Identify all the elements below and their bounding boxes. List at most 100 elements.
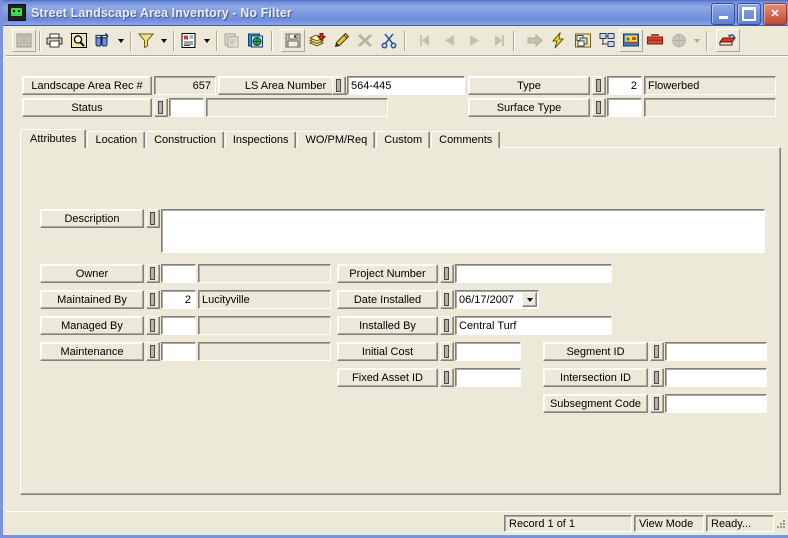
minimize-button[interactable] bbox=[711, 3, 735, 25]
description-input[interactable] bbox=[161, 209, 765, 253]
description-label[interactable]: Description bbox=[40, 209, 144, 228]
new-record-icon[interactable] bbox=[12, 29, 36, 52]
managed-by-label[interactable]: Managed By bbox=[40, 316, 144, 335]
type-picker[interactable] bbox=[592, 76, 606, 95]
status-picker[interactable] bbox=[154, 98, 168, 117]
subsegment-code-label[interactable]: Subsegment Code bbox=[543, 394, 648, 413]
toolbox-icon[interactable] bbox=[643, 29, 667, 52]
intersection-id-picker[interactable] bbox=[650, 368, 664, 387]
tab-wo-pm-req[interactable]: WO/PM/Req bbox=[297, 131, 376, 148]
status-label[interactable]: Status bbox=[22, 98, 152, 117]
date-installed-label[interactable]: Date Installed bbox=[337, 290, 438, 309]
owner-picker[interactable] bbox=[146, 264, 160, 283]
project-number-picker[interactable] bbox=[440, 264, 454, 283]
exit-door-icon[interactable] bbox=[716, 29, 740, 52]
last-record-icon[interactable] bbox=[486, 29, 510, 52]
maintenance-label[interactable]: Maintenance bbox=[40, 342, 144, 361]
ls-area-number-input[interactable]: 564-445 bbox=[347, 76, 465, 95]
status-code-input[interactable] bbox=[169, 98, 204, 117]
tab-bar: Attributes Location Construction Inspect… bbox=[20, 129, 501, 148]
lightning-action-icon[interactable] bbox=[547, 29, 571, 52]
surface-type-picker[interactable] bbox=[592, 98, 606, 117]
map-view-icon[interactable] bbox=[619, 29, 643, 52]
initial-cost-picker[interactable] bbox=[440, 342, 454, 361]
intersection-id-input[interactable] bbox=[665, 368, 767, 387]
tab-custom[interactable]: Custom bbox=[376, 131, 431, 148]
first-record-icon[interactable] bbox=[414, 29, 438, 52]
owner-label[interactable]: Owner bbox=[40, 264, 144, 283]
surface-type-code-input[interactable] bbox=[607, 98, 642, 117]
globe-documents-icon[interactable] bbox=[244, 29, 268, 52]
resize-grip[interactable] bbox=[773, 518, 786, 531]
date-installed-input[interactable]: 06/17/2007 bbox=[455, 290, 539, 309]
type-description: Flowerbed bbox=[644, 76, 776, 95]
segment-id-picker[interactable] bbox=[650, 342, 664, 361]
maintained-by-picker[interactable] bbox=[146, 290, 160, 309]
maintenance-code-input[interactable] bbox=[161, 342, 196, 361]
find-binoculars-icon[interactable] bbox=[91, 29, 115, 52]
intersection-id-label[interactable]: Intersection ID bbox=[543, 368, 648, 387]
project-number-input[interactable] bbox=[455, 264, 612, 283]
report-icon[interactable] bbox=[177, 29, 201, 52]
subsegment-code-picker[interactable] bbox=[650, 394, 664, 413]
tree-view-icon[interactable] bbox=[595, 29, 619, 52]
find-dropdown-arrow[interactable] bbox=[115, 29, 127, 52]
edit-pencil-icon[interactable] bbox=[329, 29, 353, 52]
type-code-input[interactable]: 2 bbox=[607, 76, 642, 95]
tab-comments[interactable]: Comments bbox=[431, 131, 501, 148]
maximize-button[interactable] bbox=[737, 3, 761, 25]
ls-area-number-picker[interactable] bbox=[332, 76, 346, 95]
filter-funnel-icon[interactable] bbox=[134, 29, 158, 52]
status-bar: Record 1 of 1 View Mode Ready... bbox=[6, 511, 788, 535]
tab-attributes[interactable]: Attributes bbox=[20, 129, 87, 148]
initial-cost-label[interactable]: Initial Cost bbox=[337, 342, 438, 361]
close-button[interactable]: ✕ bbox=[763, 3, 787, 25]
description-picker[interactable] bbox=[146, 209, 160, 228]
maintained-by-label[interactable]: Maintained By bbox=[40, 290, 144, 309]
delete-x-icon[interactable] bbox=[353, 29, 377, 52]
fixed-asset-id-picker[interactable] bbox=[440, 368, 454, 387]
fixed-asset-id-input[interactable] bbox=[455, 368, 521, 387]
subsegment-code-input[interactable] bbox=[665, 394, 767, 413]
application-window: Street Landscape Area Inventory - No Fil… bbox=[0, 0, 788, 538]
segment-id-label[interactable]: Segment ID bbox=[543, 342, 648, 361]
installed-by-picker[interactable] bbox=[440, 316, 454, 335]
date-installed-picker[interactable] bbox=[440, 290, 454, 309]
date-installed-value: 06/17/2007 bbox=[459, 293, 515, 306]
status-state: Ready... bbox=[706, 515, 774, 532]
globe-dropdown-arrow[interactable] bbox=[691, 29, 703, 52]
managed-by-code-input[interactable] bbox=[161, 316, 196, 335]
type-label[interactable]: Type bbox=[468, 76, 590, 95]
attributes-tab-panel: Description Owner Maintained By 2 Lucity… bbox=[20, 147, 781, 495]
copy-record-icon[interactable] bbox=[220, 29, 244, 52]
goto-record-icon[interactable] bbox=[523, 29, 547, 52]
next-record-icon[interactable] bbox=[462, 29, 486, 52]
tab-inspections[interactable]: Inspections bbox=[224, 131, 297, 148]
segment-id-input[interactable] bbox=[665, 342, 767, 361]
installed-by-input[interactable]: Central Turf bbox=[455, 316, 612, 335]
print-icon[interactable] bbox=[43, 29, 67, 52]
installed-by-label[interactable]: Installed By bbox=[337, 316, 438, 335]
tab-construction[interactable]: Construction bbox=[146, 131, 224, 148]
project-number-label[interactable]: Project Number bbox=[337, 264, 438, 283]
save-disk-icon[interactable] bbox=[281, 29, 305, 52]
fixed-asset-id-label[interactable]: Fixed Asset ID bbox=[337, 368, 438, 387]
window-tile-icon[interactable] bbox=[571, 29, 595, 52]
filter-dropdown-arrow[interactable] bbox=[158, 29, 170, 52]
maintenance-picker[interactable] bbox=[146, 342, 160, 361]
title-bar[interactable]: Street Landscape Area Inventory - No Fil… bbox=[3, 0, 788, 26]
print-preview-icon[interactable] bbox=[67, 29, 91, 52]
owner-code-input[interactable] bbox=[161, 264, 196, 283]
globe-disabled-icon[interactable] bbox=[667, 29, 691, 52]
cut-scissors-icon[interactable] bbox=[377, 29, 401, 52]
add-layers-icon[interactable] bbox=[305, 29, 329, 52]
maintained-by-code-input[interactable]: 2 bbox=[161, 290, 196, 309]
surface-type-label[interactable]: Surface Type bbox=[468, 98, 590, 117]
managed-by-picker[interactable] bbox=[146, 316, 160, 335]
initial-cost-input[interactable] bbox=[455, 342, 521, 361]
landscape-area-rec-label[interactable]: Landscape Area Rec # bbox=[22, 76, 152, 95]
report-dropdown-arrow[interactable] bbox=[201, 29, 213, 52]
date-installed-dropdown-arrow[interactable] bbox=[522, 292, 537, 307]
tab-location[interactable]: Location bbox=[87, 131, 146, 148]
previous-record-icon[interactable] bbox=[438, 29, 462, 52]
